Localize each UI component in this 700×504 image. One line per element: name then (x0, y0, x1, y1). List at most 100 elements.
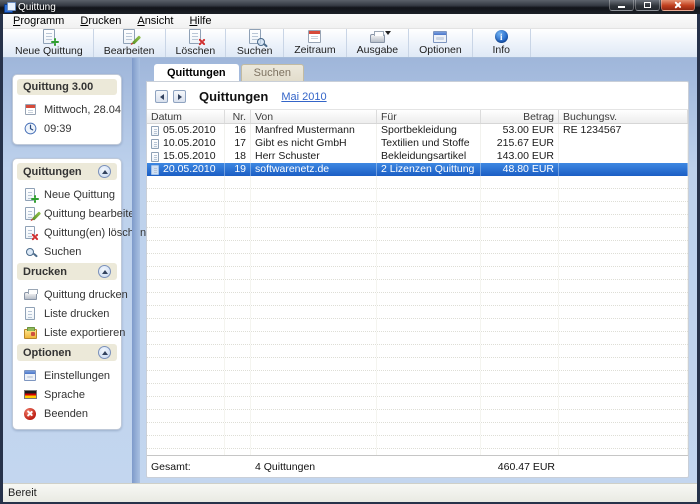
section-quittungen-header: Quittungen (17, 163, 117, 180)
titlebar: Quittung (0, 0, 700, 14)
date-row: Mittwoch, 28.04 (21, 100, 115, 119)
next-month-button[interactable] (173, 90, 186, 103)
column-header-nr[interactable]: Nr. (225, 110, 251, 123)
sidebar-item-quittung-bearbeiten[interactable]: Quittung bearbeiten (21, 204, 115, 223)
receipt-icon (151, 139, 159, 149)
new-receipt-icon (43, 29, 55, 44)
info-button[interactable]: Info (473, 29, 531, 57)
sidebar: Quittung 3.00 Mittwoch, 28.04 09:39 (3, 58, 132, 483)
edit-icon (123, 29, 135, 44)
empty-row (147, 215, 688, 228)
menu-programm[interactable]: Programm (5, 15, 72, 27)
empty-row (147, 202, 688, 215)
minimize-icon (618, 6, 625, 8)
minimize-button[interactable] (609, 0, 634, 11)
empty-row (147, 436, 688, 449)
chevron-up-icon (102, 170, 108, 174)
table-filler (147, 176, 688, 455)
window-frame: Programm Drucken Ansicht Hilfe Neue Quit… (0, 14, 700, 504)
window-controls (609, 0, 695, 11)
sidebar-item-liste-exportieren[interactable]: Liste exportieren (21, 323, 115, 342)
menu-hilfe[interactable]: Hilfe (181, 15, 219, 27)
options-button[interactable]: Optionen (409, 29, 473, 57)
collapse-drucken-button[interactable] (98, 265, 111, 278)
tab-suchen[interactable]: Suchen (241, 64, 304, 81)
clock-icon (23, 122, 37, 135)
period-nav: Quittungen Mai 2010 (147, 82, 688, 109)
sidebar-item-liste-drucken[interactable]: Liste drucken (21, 304, 115, 323)
column-header-betrag[interactable]: Betrag (481, 110, 559, 123)
section-title: Drucken (23, 266, 67, 278)
empty-row (147, 423, 688, 436)
chevron-right-icon (178, 94, 182, 100)
menubar: Programm Drucken Ansicht Hilfe (3, 14, 697, 29)
calendar-icon (25, 104, 36, 115)
empty-row (147, 306, 688, 319)
collapse-quittungen-button[interactable] (98, 165, 111, 178)
section-optionen-header: Optionen (17, 344, 117, 361)
column-header-datum[interactable]: Datum (147, 110, 225, 123)
calendar-icon (308, 30, 321, 43)
sidebar-item-neue-quittung[interactable]: Neue Quittung (21, 185, 115, 204)
output-button[interactable]: Ausgabe (347, 29, 409, 57)
period-button[interactable]: Zeitraum (284, 29, 346, 57)
close-button[interactable] (661, 0, 695, 11)
settings-icon (24, 370, 36, 381)
app-window: Quittung Programm Drucken Ansicht Hilfe … (0, 0, 700, 504)
edit-button[interactable]: Bearbeiten (94, 29, 166, 57)
time-row: 09:39 (21, 119, 115, 138)
info-icon (495, 30, 508, 43)
settings-icon (433, 31, 447, 43)
current-time: 09:39 (44, 123, 72, 135)
sidebar-item-quittung-drucken[interactable]: Quittung drucken (21, 285, 115, 304)
sidebar-item-suchen[interactable]: Suchen (21, 242, 115, 261)
info-panel: Quittung 3.00 Mittwoch, 28.04 09:39 (12, 74, 122, 145)
nav-panel: Quittungen Neue Quittung Quittung bearbe… (12, 158, 122, 430)
search-icon (26, 248, 34, 256)
print-icon (370, 34, 385, 43)
maximize-button[interactable] (635, 0, 660, 11)
chevron-down-icon (385, 31, 391, 35)
sidebar-item-einstellungen[interactable]: Einstellungen (21, 366, 115, 385)
sidebar-item-beenden[interactable]: Beenden (21, 404, 115, 423)
empty-row (147, 267, 688, 280)
tabbar: Quittungen Suchen (154, 64, 689, 81)
sidebar-item-quittung-loeschen[interactable]: Quittung(en) löschen (21, 223, 115, 242)
total-label: Gesamt: (147, 461, 225, 473)
search-button[interactable]: Suchen (226, 29, 284, 57)
table-row[interactable]: 10.05.2010 17 Gibt es nicht GmbH Textili… (147, 137, 688, 150)
empty-row (147, 280, 688, 293)
receipt-list-panel: Quittungen Mai 2010 Datum Nr. Von Für Be… (146, 81, 689, 478)
app-icon (4, 2, 14, 12)
menu-drucken[interactable]: Drucken (72, 15, 129, 27)
delete-button[interactable]: Löschen (166, 29, 227, 57)
prev-month-button[interactable] (155, 90, 168, 103)
empty-row (147, 345, 688, 358)
german-flag-icon (24, 390, 37, 399)
table-row[interactable]: 15.05.2010 18 Herr Schuster Bekleidungsa… (147, 150, 688, 163)
sidebar-item-sprache[interactable]: Sprache (21, 385, 115, 404)
app-version-label: Quittung 3.00 (23, 81, 93, 93)
section-drucken-header: Drucken (17, 263, 117, 280)
menu-ansicht[interactable]: Ansicht (129, 15, 181, 27)
section-title: Optionen (23, 347, 71, 359)
toolbar: Neue Quittung Bearbeiten Löschen Suchen … (3, 29, 697, 58)
new-receipt-button[interactable]: Neue Quittung (5, 29, 94, 57)
column-header-buchungsv[interactable]: Buchungsv. (559, 110, 688, 123)
empty-row (147, 410, 688, 423)
empty-row (147, 176, 688, 189)
chevron-up-icon (102, 351, 108, 355)
table-row[interactable]: 05.05.2010 16 Manfred Mustermann Sportbe… (147, 124, 688, 137)
empty-row (147, 293, 688, 306)
column-header-fuer[interactable]: Für (377, 110, 481, 123)
export-icon (24, 329, 37, 339)
period-link[interactable]: Mai 2010 (281, 91, 326, 103)
info-panel-header: Quittung 3.00 (17, 79, 117, 95)
empty-row (147, 319, 688, 332)
splitter-handle[interactable] (132, 58, 140, 483)
column-header-von[interactable]: Von (251, 110, 377, 123)
collapse-optionen-button[interactable] (98, 346, 111, 359)
tab-quittungen[interactable]: Quittungen (154, 64, 239, 81)
quit-icon (24, 408, 36, 420)
table-row-selected[interactable]: 20.05.2010 19 softwarenetz.de 2 Lizenzen… (147, 163, 688, 176)
